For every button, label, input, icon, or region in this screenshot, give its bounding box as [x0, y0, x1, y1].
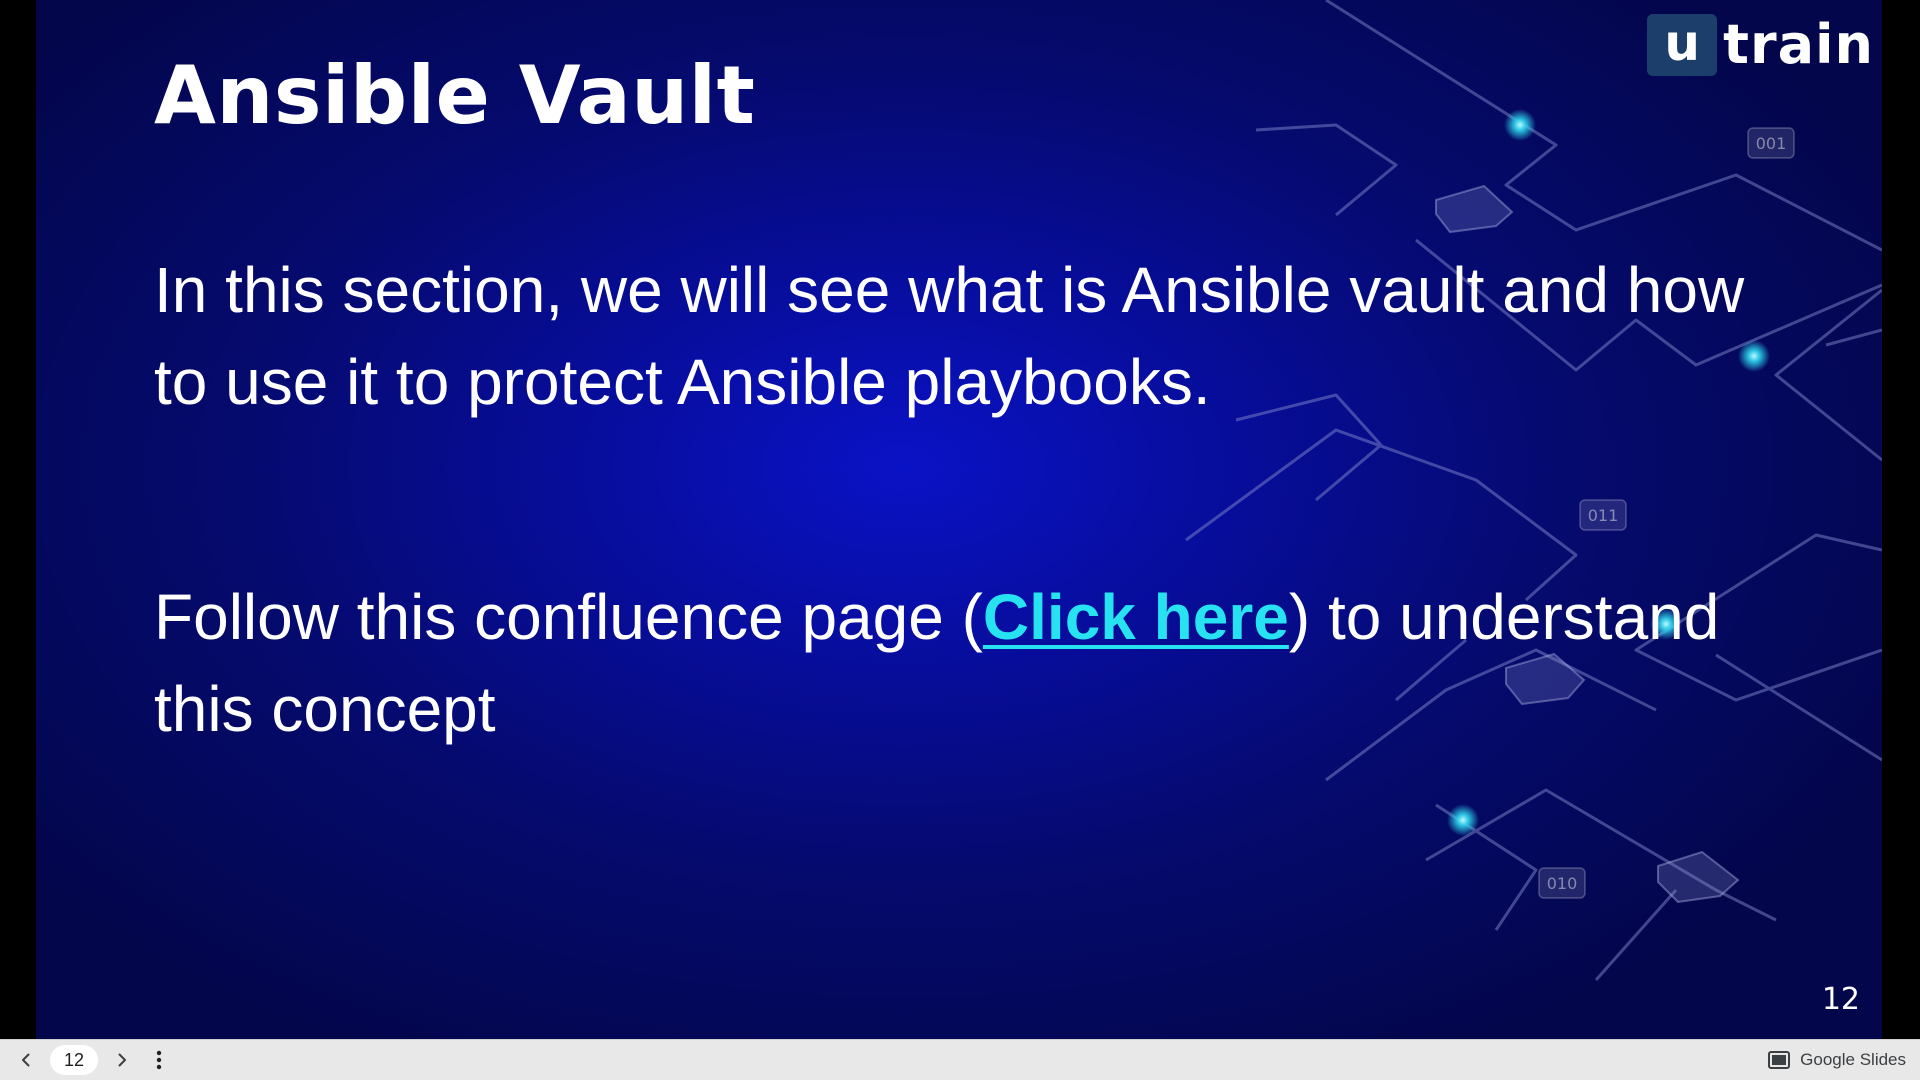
- slide-number: 12: [1821, 982, 1860, 1017]
- presentation-stage: 001 011 010 Ansible Vault In this sectio…: [0, 0, 1920, 1039]
- more-vertical-icon: [156, 1050, 162, 1070]
- chevron-right-icon: [118, 1053, 126, 1067]
- decor-label-011: 011: [1588, 506, 1619, 525]
- previous-slide-button[interactable]: [8, 1042, 44, 1078]
- viewer-toolbar: 12 Google Slides: [0, 1039, 1920, 1080]
- more-options-button[interactable]: [144, 1042, 174, 1078]
- circuit-decoration: 001 011 010: [1185, 0, 1882, 981]
- slide: 001 011 010 Ansible Vault In this sectio…: [36, 0, 1882, 1039]
- logo-wordmark: train: [1723, 13, 1874, 76]
- utrain-logo: u train: [1647, 14, 1874, 76]
- link-paragraph: Follow this confluence page (Click here)…: [154, 571, 1794, 755]
- intro-paragraph: In this section, we will see what is Ans…: [154, 254, 1745, 418]
- page-number-input[interactable]: 12: [50, 1045, 98, 1075]
- slide-title: Ansible Vault: [154, 49, 756, 142]
- link-paragraph-before: Follow this confluence page (: [154, 581, 983, 653]
- slides-icon: [1768, 1051, 1791, 1069]
- decor-label-010: 010: [1547, 874, 1578, 893]
- logo-mark: u: [1647, 14, 1718, 76]
- google-slides-link[interactable]: Google Slides: [1768, 1050, 1906, 1070]
- decor-label-001: 001: [1756, 134, 1787, 153]
- click-here-link[interactable]: Click here: [983, 581, 1289, 653]
- google-slides-label: Google Slides: [1800, 1050, 1906, 1069]
- chevron-left-icon: [22, 1053, 30, 1067]
- next-slide-button[interactable]: [104, 1042, 140, 1078]
